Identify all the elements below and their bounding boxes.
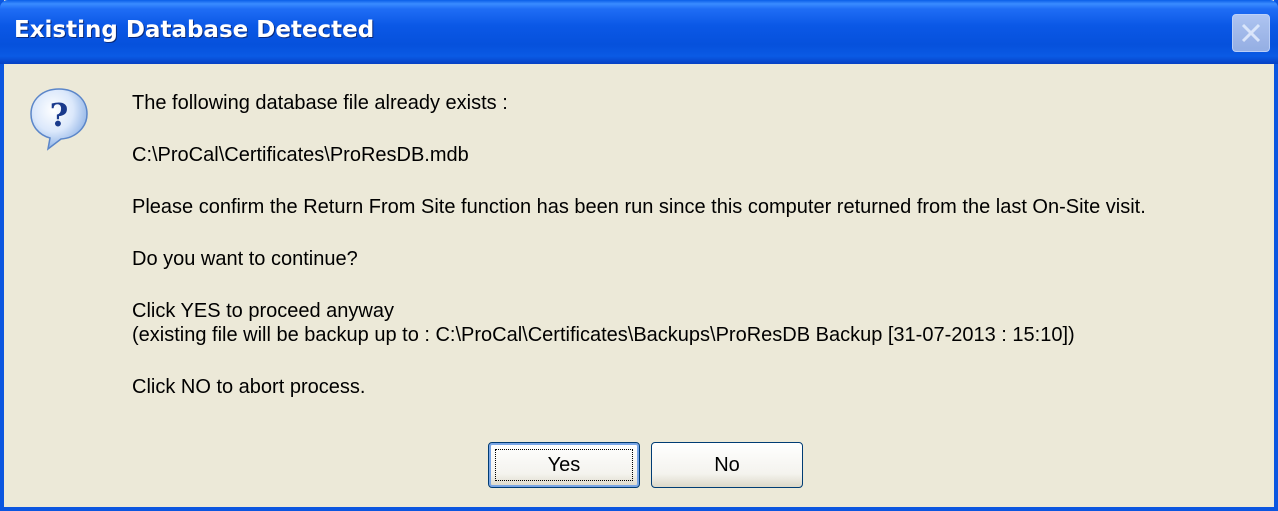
no-button-label: No xyxy=(714,454,740,476)
title-bar[interactable]: Existing Database Detected xyxy=(0,0,1278,64)
dialog-body: ? The following database file already ex… xyxy=(4,64,1274,507)
file-path: C:\ProCal\Certificates\ProResDB.mdb xyxy=(132,144,469,166)
dialog-title: Existing Database Detected xyxy=(14,17,375,43)
message-line-4: Do you want to continue? xyxy=(132,248,358,270)
message-line-3: Please confirm the Return From Site func… xyxy=(132,196,1146,218)
close-icon xyxy=(1241,23,1261,43)
question-icon: ? xyxy=(28,86,90,152)
no-button[interactable]: No xyxy=(651,442,803,488)
yes-button-label: Yes xyxy=(547,454,581,476)
close-button[interactable] xyxy=(1232,14,1270,52)
svg-text:?: ? xyxy=(50,96,69,134)
dialog-window: Existing Database Detected ? The followi… xyxy=(0,0,1278,511)
backup-path-line: (existing file will be backup up to : C:… xyxy=(132,324,1075,346)
message-line-5: Click YES to proceed anyway xyxy=(132,300,394,322)
yes-button[interactable]: Yes xyxy=(488,442,640,488)
message-line-7: Click NO to abort process. xyxy=(132,376,366,398)
message-line-1: The following database file already exis… xyxy=(132,92,508,114)
